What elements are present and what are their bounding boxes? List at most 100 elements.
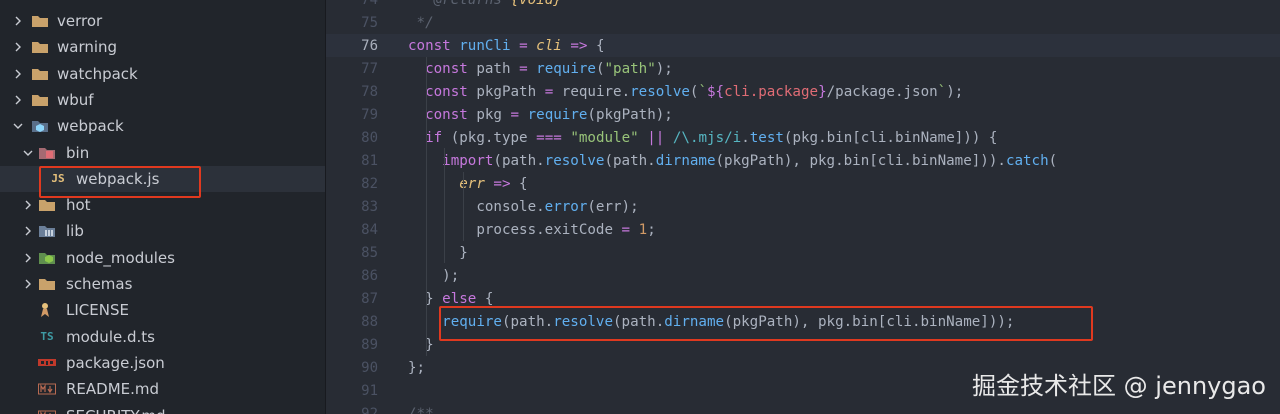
- markdown-file-icon: [38, 407, 56, 414]
- line-number: 78: [361, 84, 378, 100]
- line-number: 77: [361, 61, 378, 77]
- ts-file-icon: TS: [40, 330, 54, 344]
- tree-item-label: webpack.js: [76, 169, 160, 188]
- code-line[interactable]: if (pkg.type === "module" || /\.mjs/i.te…: [408, 127, 997, 150]
- code-line[interactable]: require(path.resolve(path.dirname(pkgPat…: [408, 311, 1014, 334]
- tree-item-license[interactable]: LICENSE: [0, 297, 325, 323]
- tree-item-schemas[interactable]: schemas: [0, 271, 325, 297]
- code-line[interactable]: );: [408, 265, 459, 288]
- code-line[interactable]: }: [408, 334, 434, 357]
- chevron-down-icon[interactable]: [10, 118, 26, 134]
- tree-item-label: LICENSE: [66, 301, 129, 320]
- tree-item-webpack[interactable]: webpack: [0, 113, 325, 139]
- folder-icon: [31, 38, 49, 56]
- file-explorer: verror warning watchpack wbuf webpack bin JS we…: [0, 0, 326, 414]
- code-line[interactable]: console.error(err);: [408, 196, 638, 219]
- node-folder-icon: [38, 249, 56, 267]
- code-editor[interactable]: 74 75 76 77 78 79 80 81 82 83 84 85 86 87 88 89 90 91 92 *…: [326, 0, 1280, 414]
- line-number: 86: [361, 268, 378, 284]
- js-file-icon: JS: [51, 172, 65, 186]
- line-number: 75: [361, 15, 378, 31]
- tree-item-label: schemas: [66, 275, 133, 293]
- indent-guide: [444, 148, 445, 263]
- tree-item-label: module.d.ts: [66, 327, 155, 346]
- markdown-file-icon: [38, 380, 56, 398]
- code-line[interactable]: const pkgPath = require.resolve(`${cli.p…: [408, 81, 963, 104]
- line-number: 92: [361, 406, 378, 414]
- tree-item-label: warning: [57, 38, 118, 57]
- line-number: 83: [361, 199, 378, 215]
- tree-item-module-d-ts[interactable]: TS module.d.ts: [0, 324, 325, 350]
- npm-file-icon: [38, 354, 56, 372]
- tree-item-watchpack[interactable]: watchpack: [0, 61, 325, 87]
- webpack-folder-icon: [31, 117, 49, 135]
- tree-item-security-md[interactable]: SECURITY.md: [0, 403, 325, 414]
- folder-icon: [31, 65, 49, 83]
- line-number: 89: [361, 337, 378, 353]
- code-line[interactable]: const path = require("path");: [408, 58, 673, 81]
- tree-item-label: README.md: [66, 380, 160, 399]
- chevron-down-icon[interactable]: [20, 145, 36, 161]
- chevron-right-icon[interactable]: [20, 197, 36, 213]
- line-number: 88: [361, 314, 378, 330]
- chevron-right-icon[interactable]: [20, 250, 36, 266]
- line-number: 79: [361, 107, 378, 123]
- code-line[interactable]: * @returns {void}: [408, 0, 562, 12]
- tree-item-node-modules[interactable]: node_modules: [0, 245, 325, 271]
- tree-item-label: package.json: [66, 353, 165, 372]
- folder-icon: [31, 12, 49, 30]
- indent-guide: [426, 57, 427, 356]
- tree-item-label: hot: [66, 196, 91, 215]
- folder-icon: [38, 275, 56, 293]
- license-icon: [38, 301, 56, 319]
- tree-item-verror[interactable]: verror: [0, 8, 325, 34]
- tree-item-label: webpack: [57, 117, 124, 136]
- chevron-right-icon[interactable]: [20, 223, 36, 239]
- chevron-right-icon[interactable]: [10, 66, 26, 82]
- chevron-right-icon[interactable]: [10, 39, 26, 55]
- tree-item-label: wbuf: [57, 90, 94, 109]
- line-number: 90: [361, 360, 378, 376]
- line-number: 74: [361, 0, 378, 8]
- line-number: 80: [361, 130, 378, 146]
- tree-item-warning[interactable]: warning: [0, 34, 325, 60]
- code-line[interactable]: const runCli = cli => {: [408, 35, 605, 58]
- code-line[interactable]: } else {: [408, 288, 493, 311]
- line-number-gutter: 74 75 76 77 78 79 80 81 82 83 84 85 86 87 88 89 90 91 92: [326, 0, 378, 414]
- code-line[interactable]: import(path.resolve(path.dirname(pkgPath…: [408, 150, 1057, 173]
- tree-item-label: watchpack: [57, 64, 138, 83]
- chevron-right-icon[interactable]: [10, 92, 26, 108]
- code-line[interactable]: const pkg = require(pkgPath);: [408, 104, 673, 127]
- line-number: 84: [361, 222, 378, 238]
- watermark: 掘金技术社区 @ jennygao: [972, 372, 1266, 400]
- code-line[interactable]: }: [408, 242, 468, 265]
- tree-item-label: SECURITY.md: [66, 407, 166, 414]
- tree-item-wbuf[interactable]: wbuf: [0, 87, 325, 113]
- indent-guide: [463, 172, 464, 241]
- code-line[interactable]: /**: [408, 403, 434, 414]
- folder-icon: [31, 91, 49, 109]
- code-line[interactable]: */: [408, 12, 434, 35]
- tree-item-hot[interactable]: hot: [0, 192, 325, 218]
- code-line[interactable]: process.exitCode = 1;: [408, 219, 655, 242]
- tree-item-label: verror: [57, 12, 103, 30]
- line-number: 85: [361, 245, 378, 261]
- tree-item-label: lib: [66, 222, 84, 241]
- line-number: 76: [361, 38, 378, 54]
- line-number: 91: [361, 383, 378, 399]
- chevron-right-icon[interactable]: [20, 276, 36, 292]
- line-number: 82: [361, 176, 378, 192]
- tree-item-readme-md[interactable]: README.md: [0, 376, 325, 402]
- line-number: 87: [361, 291, 378, 307]
- chevron-right-icon[interactable]: [10, 13, 26, 29]
- tree-item-webpack-js[interactable]: JS webpack.js: [0, 165, 325, 192]
- folder-icon: [38, 196, 56, 214]
- code-line[interactable]: };: [408, 357, 425, 380]
- tree-item-lib[interactable]: lib: [0, 218, 325, 244]
- tree-item-bin[interactable]: bin: [0, 140, 325, 166]
- tree-item-package-json[interactable]: package.json: [0, 350, 325, 376]
- tree-item-label: node_modules: [66, 248, 175, 267]
- bin-folder-icon: [38, 144, 56, 162]
- line-number: 81: [361, 153, 378, 169]
- lib-folder-icon: [38, 222, 56, 240]
